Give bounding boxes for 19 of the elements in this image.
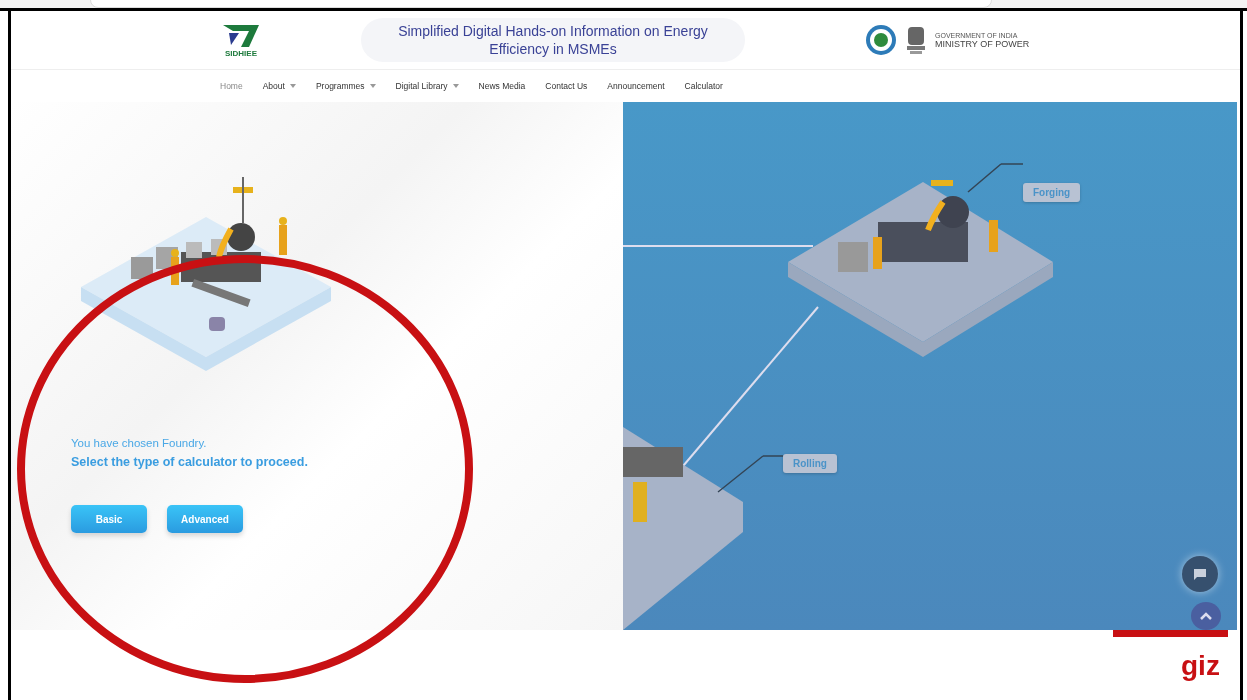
logo-text: SIDHIEE [225,48,257,58]
nav-link[interactable]: Programmes [315,81,376,91]
sidhiee-logo[interactable]: SIDHIEE [216,22,266,58]
nav-link[interactable]: Home [220,81,243,91]
emblem-icon [905,25,927,55]
chat-icon [1193,568,1207,580]
nav-link[interactable]: Calculator [684,81,723,91]
site-title: Simplified Digital Hands-on Information on Energy Efficiency in MSMEs [361,18,745,62]
nav-link[interactable]: Contact Us [545,81,588,91]
calculator-prompt: Select the type of calculator to proceed. [71,455,309,469]
chosen-industry-text: You have chosen Foundry. [71,437,208,449]
chevron-up-icon [1200,612,1212,620]
ministry-name: MINISTRY OF POWER [935,38,1030,49]
seal-icon [865,24,897,56]
nav-link[interactable]: Digital Library [395,81,459,91]
nav-link[interactable]: About [262,81,296,91]
nav-link[interactable]: Announcement [607,81,665,91]
nav-link[interactable]: News Media [478,81,526,91]
giz-logo: giz [1181,650,1220,682]
